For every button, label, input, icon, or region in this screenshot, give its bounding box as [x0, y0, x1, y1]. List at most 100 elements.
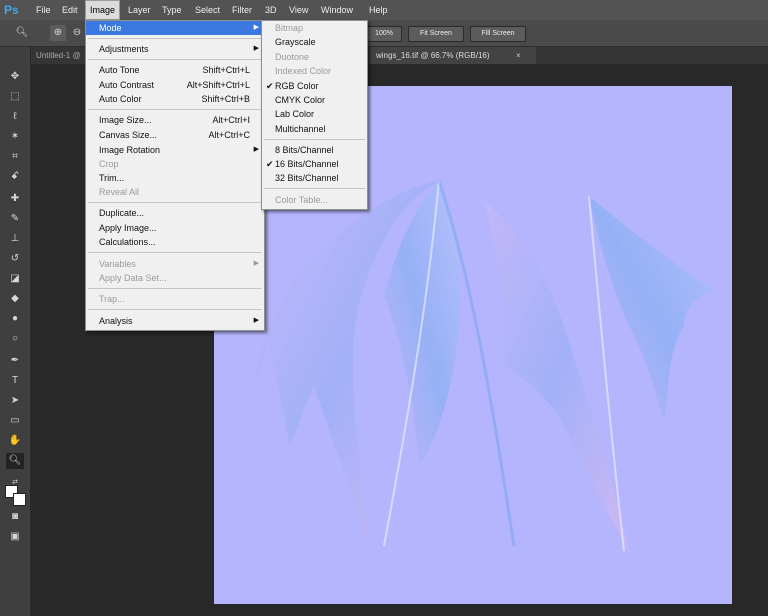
- photoshop-logo: Ps: [4, 3, 19, 17]
- menu-item-label: Lab Color: [275, 109, 315, 119]
- menu-type[interactable]: Type: [158, 0, 186, 20]
- menu-item-label: CMYK Color: [275, 95, 326, 105]
- menu-item-label: Apply Image...: [99, 223, 157, 233]
- mode-item-grayscale[interactable]: Grayscale: [262, 35, 367, 49]
- menu-item-trim[interactable]: Trim...: [86, 171, 264, 185]
- menu-item-analysis[interactable]: Analysis ▶: [86, 314, 264, 328]
- menu-item-image-rotation[interactable]: Image Rotation ▶: [86, 143, 264, 157]
- menu-help[interactable]: Help: [365, 0, 392, 20]
- mode-item-cmyk-color[interactable]: CMYK Color: [262, 93, 367, 107]
- zoom-tool-preset-icon[interactable]: 🔍︎: [14, 25, 30, 41]
- menu-item-apply-data-set[interactable]: Apply Data Set...: [86, 271, 264, 285]
- menu-item-label: Trim...: [99, 173, 125, 183]
- menu-3d[interactable]: 3D: [261, 0, 281, 20]
- mode-item-multichannel[interactable]: Multichannel: [262, 122, 367, 136]
- paint-bucket-tool-icon[interactable]: ◆: [6, 291, 24, 307]
- menu-item-calculations[interactable]: Calculations...: [86, 235, 264, 249]
- marquee-tool-icon[interactable]: ⬚: [6, 89, 24, 105]
- move-tool-icon[interactable]: ✥: [6, 69, 24, 85]
- brush-tool-icon[interactable]: ✎: [6, 211, 24, 227]
- mode-item-8-bits[interactable]: 8 Bits/Channel: [262, 143, 367, 157]
- menu-item-label: Multichannel: [275, 124, 326, 134]
- menu-item-auto-contrast[interactable]: Auto Contrast Alt+Shift+Ctrl+L: [86, 78, 264, 92]
- fill-screen-button[interactable]: Fill Screen: [470, 26, 526, 42]
- menu-bar: Ps File Edit Image Layer Type Select Fil…: [0, 0, 768, 20]
- menu-item-label: 8 Bits/Channel: [275, 145, 334, 155]
- menu-filter[interactable]: Filter: [228, 0, 256, 20]
- menu-item-label: Duplicate...: [99, 208, 145, 218]
- background-color-swatch[interactable]: [13, 493, 26, 506]
- tab-close-icon[interactable]: ×: [510, 47, 530, 64]
- tab-wings-label: wings_16.tif @ 66.7% (RGB/16): [376, 51, 490, 60]
- divider: [88, 109, 262, 110]
- crop-tool-icon[interactable]: ⌗: [6, 149, 24, 165]
- menu-item-auto-color[interactable]: Auto Color Shift+Ctrl+B: [86, 92, 264, 106]
- pen-tool-icon[interactable]: ✒: [6, 353, 24, 369]
- menu-item-label: Trap...: [99, 294, 125, 304]
- menu-item-image-size[interactable]: Image Size... Alt+Ctrl+I: [86, 113, 264, 127]
- fit-screen-button[interactable]: Fit Screen: [408, 26, 464, 42]
- mode-item-lab-color[interactable]: Lab Color: [262, 107, 367, 121]
- menu-item-label: Adjustments: [99, 44, 149, 54]
- quick-mask-icon[interactable]: ◙: [6, 509, 24, 525]
- checkmark-icon: ✔: [266, 81, 274, 91]
- blur-tool-icon[interactable]: ●: [6, 311, 24, 327]
- mode-item-32-bits[interactable]: 32 Bits/Channel: [262, 171, 367, 185]
- menu-item-label: Calculations...: [99, 237, 156, 247]
- menu-item-label: Duotone: [275, 52, 310, 62]
- zoom-out-icon[interactable]: ⊖: [70, 25, 84, 41]
- dodge-tool-icon[interactable]: ○: [6, 331, 24, 347]
- menu-item-mode[interactable]: Mode ▶: [86, 21, 264, 35]
- menu-item-adjustments[interactable]: Adjustments ▶: [86, 42, 264, 56]
- menu-select[interactable]: Select: [191, 0, 224, 20]
- menu-layer[interactable]: Layer: [124, 0, 155, 20]
- menu-item-reveal-all[interactable]: Reveal All: [86, 185, 264, 199]
- menu-item-variables[interactable]: Variables ▶: [86, 257, 264, 271]
- menu-edit[interactable]: Edit: [58, 0, 82, 20]
- menu-item-label: Grayscale: [275, 37, 316, 47]
- menu-view[interactable]: View: [285, 0, 312, 20]
- checkmark-icon: ✔: [266, 159, 274, 169]
- mode-item-indexed-color[interactable]: Indexed Color: [262, 64, 367, 78]
- mode-item-bitmap[interactable]: Bitmap: [262, 21, 367, 35]
- type-tool-icon[interactable]: T: [6, 373, 24, 389]
- submenu-arrow-icon: ▶: [253, 45, 259, 52]
- menu-item-label: Canvas Size...: [99, 130, 158, 140]
- menu-item-label: 16 Bits/Channel: [275, 159, 339, 169]
- screen-mode-icon[interactable]: ▣: [6, 529, 24, 545]
- menu-item-apply-image[interactable]: Apply Image...: [86, 221, 264, 235]
- zoom-in-icon[interactable]: ⊕: [50, 25, 66, 41]
- hand-tool-icon[interactable]: ✋: [6, 433, 24, 449]
- menu-item-label: Variables: [99, 259, 136, 269]
- menu-window[interactable]: Window: [317, 0, 357, 20]
- divider: [88, 252, 262, 253]
- shape-tool-icon[interactable]: ▭: [6, 413, 24, 429]
- menu-item-crop[interactable]: Crop: [86, 157, 264, 171]
- menu-item-trap[interactable]: Trap...: [86, 292, 264, 306]
- path-selection-tool-icon[interactable]: ➤: [6, 393, 24, 409]
- eraser-tool-icon[interactable]: ◪: [6, 271, 24, 287]
- lasso-tool-icon[interactable]: ℓ: [6, 109, 24, 125]
- menu-item-label: Mode: [99, 23, 122, 33]
- menu-item-shortcut: Alt+Ctrl+I: [212, 115, 250, 125]
- zoom-tool-icon[interactable]: 🔍︎: [6, 453, 24, 469]
- clone-stamp-tool-icon[interactable]: ⊥: [6, 231, 24, 247]
- healing-brush-tool-icon[interactable]: ✚: [6, 191, 24, 207]
- zoom-100-button[interactable]: 100%: [366, 26, 402, 42]
- eyedropper-tool-icon[interactable]: ꗃ: [6, 169, 24, 185]
- divider: [88, 288, 262, 289]
- menu-item-shortcut: Shift+Ctrl+L: [202, 65, 250, 75]
- divider: [88, 202, 262, 203]
- menu-item-label: Reveal All: [99, 187, 140, 197]
- menu-image[interactable]: Image: [85, 0, 121, 20]
- menu-item-auto-tone[interactable]: Auto Tone Shift+Ctrl+L: [86, 63, 264, 77]
- menu-item-canvas-size[interactable]: Canvas Size... Alt+Ctrl+C: [86, 128, 264, 142]
- mode-item-color-table[interactable]: Color Table...: [262, 193, 367, 207]
- menu-file[interactable]: File: [32, 0, 55, 20]
- magic-wand-tool-icon[interactable]: ✶: [6, 129, 24, 145]
- mode-item-duotone[interactable]: Duotone: [262, 50, 367, 64]
- mode-item-rgb-color[interactable]: ✔ RGB Color: [262, 79, 367, 93]
- mode-item-16-bits[interactable]: ✔ 16 Bits/Channel: [262, 157, 367, 171]
- menu-item-duplicate[interactable]: Duplicate...: [86, 206, 264, 220]
- history-brush-tool-icon[interactable]: ↺: [6, 251, 24, 267]
